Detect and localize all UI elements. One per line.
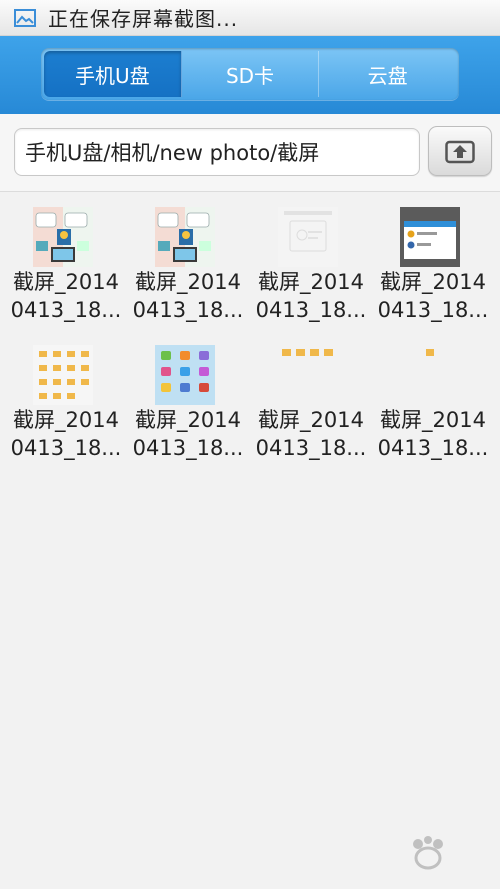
file-item[interactable]: 截屏_2014 0413_18... bbox=[250, 200, 372, 328]
path-field[interactable]: 手机U盘/相机/new photo/截屏 bbox=[14, 128, 420, 176]
file-name-line2: 0413_18... bbox=[10, 436, 122, 460]
file-item[interactable]: 截屏_2014 0413_18... bbox=[127, 200, 249, 328]
thumbnail bbox=[155, 207, 215, 267]
file-name-line1: 截屏_2014 bbox=[380, 408, 486, 432]
thumbnail bbox=[33, 345, 93, 405]
thumbnail bbox=[400, 345, 460, 405]
file-item[interactable]: 截屏_2014 0413_18... bbox=[5, 200, 127, 328]
tab-sd-card[interactable]: SD卡 bbox=[182, 51, 320, 97]
file-name-line2: 0413_18... bbox=[132, 298, 244, 322]
file-name-line2: 0413_18... bbox=[255, 436, 367, 460]
file-item[interactable]: 截屏_2014 0413_18... bbox=[5, 338, 127, 466]
tab-phone-usb[interactable]: 手机U盘 bbox=[44, 51, 182, 97]
file-name-line1: 截屏_2014 bbox=[258, 270, 364, 294]
status-bar: 正在保存屏幕截图... bbox=[0, 0, 500, 36]
file-name-line1: 截屏_2014 bbox=[380, 270, 486, 294]
file-name-line1: 截屏_2014 bbox=[135, 270, 241, 294]
up-level-button[interactable] bbox=[428, 126, 492, 176]
status-text: 正在保存屏幕截图... bbox=[48, 7, 239, 31]
file-name-line2: 0413_18... bbox=[255, 298, 367, 322]
image-icon bbox=[14, 8, 36, 27]
tab-cloud[interactable]: 云盘 bbox=[319, 51, 456, 97]
file-name-line1: 截屏_2014 bbox=[258, 408, 364, 432]
file-name-line2: 0413_18... bbox=[132, 436, 244, 460]
file-item[interactable]: 截屏_2014 0413_18... bbox=[250, 338, 372, 466]
file-name-line1: 截屏_2014 bbox=[135, 408, 241, 432]
watermark-logo-icon bbox=[413, 836, 443, 870]
upload-icon bbox=[445, 140, 475, 164]
file-item[interactable]: 截屏_2014 0413_18... bbox=[127, 338, 249, 466]
path-row: 手机U盘/相机/new photo/截屏 bbox=[0, 114, 500, 192]
thumbnail bbox=[155, 345, 215, 405]
file-name-line2: 0413_18... bbox=[377, 436, 489, 460]
thumbnail bbox=[400, 207, 460, 267]
thumbnail bbox=[278, 345, 338, 405]
file-item[interactable]: 截屏_2014 0413_18... bbox=[372, 200, 494, 328]
file-name-line1: 截屏_2014 bbox=[13, 408, 119, 432]
thumbnail bbox=[278, 207, 338, 267]
file-name-line1: 截屏_2014 bbox=[13, 270, 119, 294]
file-name-line2: 0413_18... bbox=[377, 298, 489, 322]
file-item[interactable]: 截屏_2014 0413_18... bbox=[372, 338, 494, 466]
thumbnail bbox=[33, 207, 93, 267]
header: 手机U盘 SD卡 云盘 bbox=[0, 36, 500, 114]
storage-tabs: 手机U盘 SD卡 云盘 bbox=[41, 48, 459, 100]
file-name-line2: 0413_18... bbox=[10, 298, 122, 322]
